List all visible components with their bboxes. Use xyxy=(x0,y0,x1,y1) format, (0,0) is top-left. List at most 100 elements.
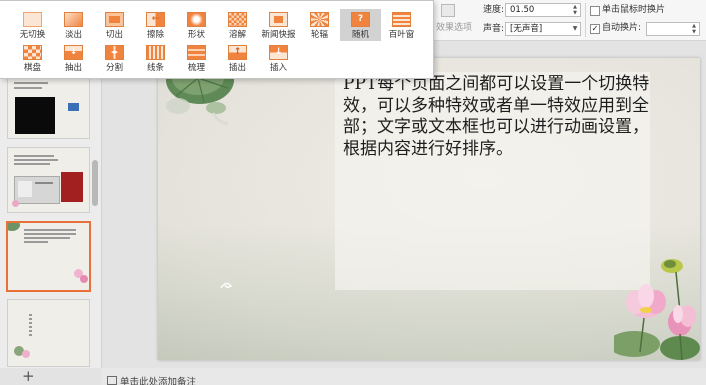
transition-label: 插入 xyxy=(269,63,287,73)
transition-label: 随机 xyxy=(351,30,369,40)
random-icon: ? xyxy=(351,12,370,27)
transition-comb[interactable]: 梳理 xyxy=(176,42,217,74)
slide-thumbnail[interactable] xyxy=(8,300,89,366)
transition-label: 百叶窗 xyxy=(388,30,415,40)
transition-label: 分割 xyxy=(105,63,123,73)
thumbnail-screenshot-part xyxy=(35,182,53,184)
transition-label: 梳理 xyxy=(187,63,205,73)
thumbnail-lotus xyxy=(80,275,88,283)
thumbnail-scrollbar[interactable] xyxy=(92,160,98,206)
thumbnail-text-line xyxy=(14,87,42,89)
lotus-flower-decoration xyxy=(614,259,700,360)
transition-label: 插出 xyxy=(228,63,246,73)
transition-row-1: 无切换 淡出 切出 ← 擦除 形状 溶解 新闻快报 轮辐 ? 随机 百叶窗 xyxy=(12,9,422,41)
transition-pull[interactable]: ↓ 抽出 xyxy=(53,42,94,74)
transition-shape[interactable]: 形状 xyxy=(176,9,217,41)
thumbnail-text-line xyxy=(24,241,48,243)
ribbon-divider xyxy=(585,3,586,37)
cut-icon xyxy=(105,12,124,27)
chevron-down-icon[interactable]: ▼ xyxy=(571,23,579,35)
effect-options-icon xyxy=(441,4,455,17)
sound-label: 声音: xyxy=(483,24,505,34)
slide-text-line: 根据内容进行好排序。 xyxy=(343,138,513,159)
slide-thumbnail-selected[interactable] xyxy=(8,223,89,290)
transition-label: 抽出 xyxy=(64,63,82,73)
presentation-window: 效果选项 速度: 01.50 ▲ ▼ 声音: [无声音] ▼ 单击鼠标时换片 ✓ … xyxy=(0,0,706,385)
transition-none[interactable]: 无切换 xyxy=(12,9,53,41)
sound-value: [无声音] xyxy=(510,24,543,34)
add-slide-button[interactable]: + xyxy=(22,369,35,384)
checkerboard-icon xyxy=(23,45,42,60)
auto-advance-label: 自动换片: xyxy=(602,23,642,33)
transition-push[interactable]: ↑ 插出 xyxy=(217,42,258,74)
slide-text-line: 效，可以多种特效或者单一特效应用到全 xyxy=(343,95,649,116)
transition-label: 切出 xyxy=(105,30,123,40)
advance-on-click-checkbox[interactable] xyxy=(590,6,600,16)
auto-advance-time-input[interactable]: ▲ ▼ xyxy=(646,22,700,36)
transition-random[interactable]: ? 随机 xyxy=(340,9,381,41)
fade-icon xyxy=(64,12,83,27)
shape-icon xyxy=(187,12,206,27)
newsflash-icon xyxy=(269,12,288,27)
thumbnail-text-line xyxy=(14,163,50,165)
push-icon: ↑ xyxy=(228,45,247,60)
advance-on-click-label: 单击鼠标时换片 xyxy=(602,5,666,15)
swirl-decoration xyxy=(220,282,233,289)
thumbnail-image xyxy=(68,103,79,111)
thumbnail-image xyxy=(15,97,55,134)
thumbnail-lotus xyxy=(22,350,30,358)
thumbnail-screenshot-part xyxy=(18,181,32,197)
transition-label: 轮辐 xyxy=(310,30,328,40)
auto-advance-checkbox[interactable]: ✓ xyxy=(590,24,600,34)
speed-label: 速度: xyxy=(483,5,505,15)
speed-input[interactable]: 01.50 ▲ ▼ xyxy=(505,3,581,17)
dissolve-icon xyxy=(228,12,247,27)
slide-canvas[interactable]: PPT每个页面之间都可以设置一个切换特 效，可以多种特效或者单一特效应用到全 部… xyxy=(158,58,700,360)
slide-thumbnail[interactable] xyxy=(8,148,89,212)
transition-label: 溶解 xyxy=(228,30,246,40)
thumbnail-image xyxy=(61,172,83,202)
transition-gallery-dropdown: 无切换 淡出 切出 ← 擦除 形状 溶解 新闻快报 轮辐 ? 随机 百叶窗 棋盘… xyxy=(0,0,434,79)
thumbnail-text-line xyxy=(24,229,76,231)
notes-placeholder[interactable]: 单击此处添加备注 xyxy=(120,374,196,385)
notes-icon xyxy=(107,376,117,385)
thumbnail-text-line xyxy=(14,159,58,161)
transition-row-2: 棋盘 ↓ 抽出 ◂▸ 分割 线条 梳理 ↑ 插出 ↓ 插入 xyxy=(12,42,299,74)
transition-dissolve[interactable]: 溶解 xyxy=(217,9,258,41)
wheel-icon xyxy=(310,12,329,27)
pull-icon: ↓ xyxy=(64,45,83,60)
transition-blinds[interactable]: 百叶窗 xyxy=(381,9,422,41)
comb-icon xyxy=(187,45,206,60)
transition-wheel[interactable]: 轮辐 xyxy=(299,9,340,41)
transition-label: 淡出 xyxy=(64,30,82,40)
speed-spinner-icon[interactable]: ▲ ▼ xyxy=(571,4,579,16)
transition-label: 棋盘 xyxy=(23,63,41,73)
slide-thumbnail[interactable] xyxy=(8,72,89,138)
no-transition-icon xyxy=(23,12,42,27)
auto-advance-spinner-icon[interactable]: ▲ ▼ xyxy=(690,23,698,35)
slide-body-textbox[interactable]: PPT每个页面之间都可以设置一个切换特 效，可以多种特效或者单一特效应用到全 部… xyxy=(343,74,649,160)
thumbnail-text-line xyxy=(24,233,76,235)
transition-lines[interactable]: 线条 xyxy=(135,42,176,74)
transition-wipe[interactable]: ← 擦除 xyxy=(135,9,176,41)
transition-label: 无切换 xyxy=(19,30,46,40)
wipe-icon: ← xyxy=(146,12,165,27)
slide-text-line: 部；文字或文本框也可以进行动画设置， xyxy=(343,117,649,137)
effect-options-button[interactable]: 效果选项 xyxy=(436,23,472,34)
thumbnail-text-line xyxy=(14,155,54,157)
split-icon: ◂▸ xyxy=(105,45,124,60)
notes-pane[interactable]: 单击此处添加备注 xyxy=(101,368,706,385)
transition-fade[interactable]: 淡出 xyxy=(53,9,94,41)
transition-split[interactable]: ◂▸ 分割 xyxy=(94,42,135,74)
transition-label: 擦除 xyxy=(146,30,164,40)
thumbnail-lotus xyxy=(12,200,19,207)
thumbnail-screenshot xyxy=(14,176,60,204)
transition-newsflash[interactable]: 新闻快报 xyxy=(258,9,299,41)
lines-icon xyxy=(146,45,165,60)
transition-checkerboard[interactable]: 棋盘 xyxy=(12,42,53,74)
blinds-icon xyxy=(392,12,411,27)
transition-cover[interactable]: ↓ 插入 xyxy=(258,42,299,74)
transition-cut[interactable]: 切出 xyxy=(94,9,135,41)
sound-select[interactable]: [无声音] ▼ xyxy=(505,22,581,36)
cover-icon: ↓ xyxy=(269,45,288,60)
